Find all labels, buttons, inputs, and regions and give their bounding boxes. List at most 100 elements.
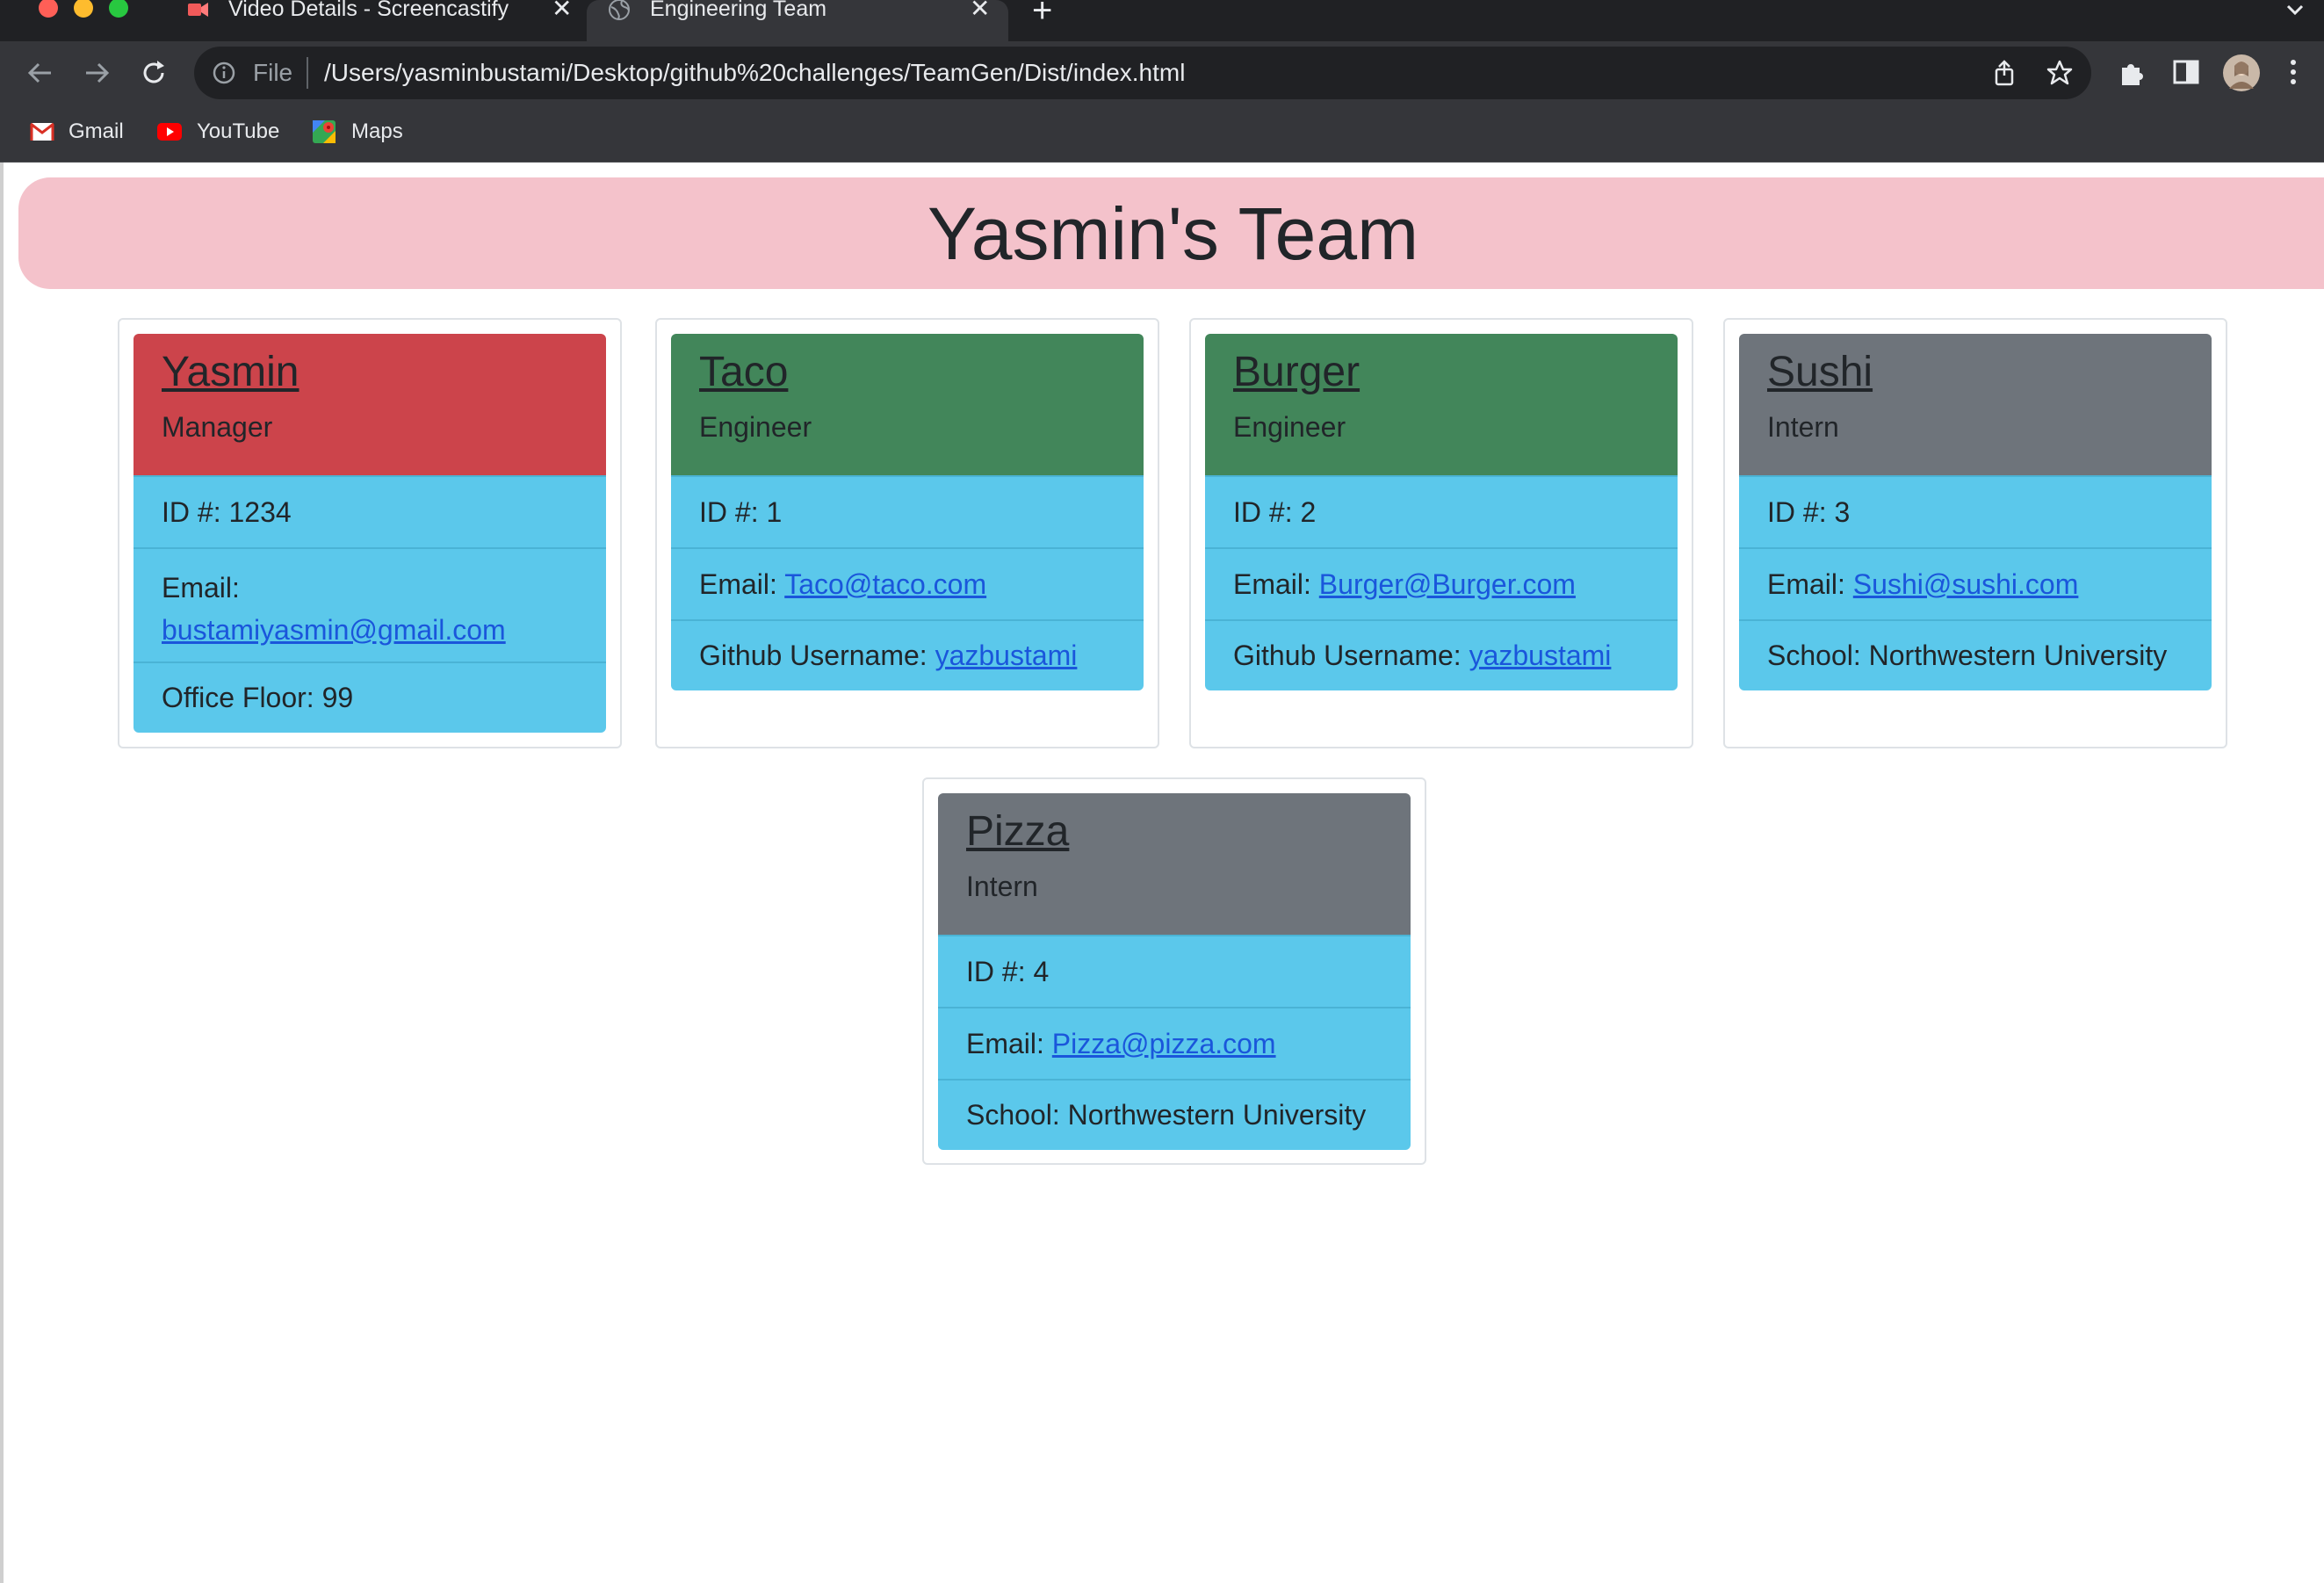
card-header: Yasmin Manager <box>134 334 606 475</box>
github-link[interactable]: yazbustami <box>1469 640 1612 671</box>
tab-title: Engineering Team <box>650 0 827 21</box>
school-row: School: Northwestern University <box>1739 619 2212 690</box>
gmail-icon <box>30 122 54 141</box>
minimize-window-button[interactable] <box>74 0 93 18</box>
bookmark-label: Gmail <box>69 119 124 143</box>
extensions-icon[interactable] <box>2117 57 2147 87</box>
office-floor-row: Office Floor: 99 <box>134 661 606 733</box>
github-link[interactable]: yazbustami <box>935 640 1078 671</box>
school-row: School: Northwestern University <box>938 1079 1411 1150</box>
youtube-icon <box>157 123 182 141</box>
email-row: Email: Sushi@sushi.com <box>1739 547 2212 619</box>
id-row: ID #: 1234 <box>134 475 606 547</box>
row-value: Northwestern University <box>1067 1099 1367 1131</box>
row-label: Github Username: <box>1233 640 1462 671</box>
row-label: Email: <box>162 572 240 604</box>
bookmark-label: Maps <box>351 119 403 143</box>
bookmarks-bar: Gmail YouTube Maps <box>0 105 2324 163</box>
row-value: Northwestern University <box>1868 640 2168 671</box>
employee-card: Pizza Intern ID #: 4 Email: Pizza@pizza.… <box>922 777 1426 1165</box>
row-label: Office Floor: <box>162 682 314 713</box>
email-row: Email: bustamiyasmin@gmail.com <box>134 547 606 661</box>
address-divider <box>307 57 308 89</box>
tab-title: Video Details - Screencastify <box>228 0 509 21</box>
card-header: Pizza Intern <box>938 793 1411 935</box>
share-icon[interactable] <box>1991 59 2017 87</box>
id-row: ID #: 1 <box>671 475 1144 547</box>
row-label: Email: <box>699 568 777 600</box>
tab-strip: Video Details - Screencastify ✕ Engineer… <box>0 0 2324 41</box>
close-window-button[interactable] <box>39 0 58 18</box>
info-icon[interactable] <box>212 61 236 85</box>
back-icon[interactable] <box>25 57 56 89</box>
bookmark-maps[interactable]: Maps <box>311 118 403 146</box>
address-bar[interactable]: File /Users/yasminbustami/Desktop/github… <box>194 47 2091 99</box>
card-body: Sushi Intern ID #: 3 Email: Sushi@sushi.… <box>1739 334 2212 690</box>
email-link[interactable]: Sushi@sushi.com <box>1853 568 2079 600</box>
github-row: Github Username: yazbustami <box>1205 619 1678 690</box>
github-row: Github Username: yazbustami <box>671 619 1144 690</box>
employee-role: Engineer <box>699 411 812 443</box>
page-viewport: Yasmin's Team Yasmin Manager ID #: 1234 … <box>0 163 2324 1583</box>
employee-role: Engineer <box>1233 411 1346 443</box>
row-value: 2 <box>1300 496 1317 528</box>
browser-toolbar: File /Users/yasminbustami/Desktop/github… <box>0 41 2324 105</box>
employee-role: Intern <box>966 871 1038 902</box>
row-label: ID #: <box>699 496 759 528</box>
row-value: 4 <box>1033 956 1050 987</box>
screencastify-icon <box>188 3 208 17</box>
zoom-window-button[interactable] <box>109 0 128 18</box>
row-label: ID #: <box>1233 496 1293 528</box>
email-link[interactable]: Burger@Burger.com <box>1319 568 1576 600</box>
avatar[interactable] <box>2222 54 2261 92</box>
email-row: Email: Pizza@pizza.com <box>938 1007 1411 1079</box>
employee-role: Intern <box>1767 411 1839 443</box>
bookmark-label: YouTube <box>197 119 280 143</box>
row-value: 3 <box>1834 496 1851 528</box>
employee-card: Sushi Intern ID #: 3 Email: Sushi@sushi.… <box>1723 318 2227 748</box>
close-tab-icon[interactable]: ✕ <box>970 0 990 21</box>
employee-card: Yasmin Manager ID #: 1234 Email: bustami… <box>118 318 622 748</box>
reload-icon[interactable] <box>138 57 170 89</box>
employee-card: Taco Engineer ID #: 1 Email: Taco@taco.c… <box>655 318 1159 748</box>
employee-name: Yasmin <box>162 349 300 395</box>
page-title: Yasmin's Team <box>927 192 1419 275</box>
team-header-banner: Yasmin's Team <box>18 177 2324 289</box>
row-value: 99 <box>321 682 354 713</box>
card-body: Yasmin Manager ID #: 1234 Email: bustami… <box>134 334 606 733</box>
card-body: Pizza Intern ID #: 4 Email: Pizza@pizza.… <box>938 793 1411 1150</box>
close-tab-icon[interactable]: ✕ <box>552 0 572 21</box>
card-header: Taco Engineer <box>671 334 1144 475</box>
side-panel-icon[interactable] <box>2171 57 2201 87</box>
tab-engineering-team[interactable]: Engineering Team ✕ <box>587 0 1008 41</box>
scheme-label: File <box>253 59 293 86</box>
row-label: Github Username: <box>699 640 927 671</box>
forward-icon[interactable] <box>81 57 112 89</box>
url-text[interactable]: /Users/yasminbustami/Desktop/github%20ch… <box>324 59 1185 87</box>
employee-name: Taco <box>699 349 789 395</box>
menu-kebab-icon[interactable] <box>2287 57 2299 87</box>
row-label: School: <box>966 1099 1060 1131</box>
bookmark-star-icon[interactable] <box>2046 59 2074 87</box>
card-body: Taco Engineer ID #: 1 Email: Taco@taco.c… <box>671 334 1144 690</box>
tab-screencastify[interactable]: Video Details - Screencastify ✕ <box>167 0 580 41</box>
email-row: Email: Burger@Burger.com <box>1205 547 1678 619</box>
id-row: ID #: 4 <box>938 935 1411 1007</box>
email-link[interactable]: Taco@taco.com <box>784 568 986 600</box>
card-body: Burger Engineer ID #: 2 Email: Burger@Bu… <box>1205 334 1678 690</box>
new-tab-icon[interactable]: + <box>1032 0 1052 28</box>
row-label: Email: <box>1233 568 1311 600</box>
bookmark-youtube[interactable]: YouTube <box>156 118 279 146</box>
email-link[interactable]: bustamiyasmin@gmail.com <box>162 614 506 646</box>
row-label: ID #: <box>162 496 221 528</box>
bookmark-gmail[interactable]: Gmail <box>30 118 124 146</box>
id-row: ID #: 2 <box>1205 475 1678 547</box>
employee-name: Burger <box>1233 349 1360 395</box>
row-value: 1234 <box>228 496 292 528</box>
row-label: Email: <box>1767 568 1845 600</box>
employee-name: Pizza <box>966 808 1070 855</box>
globe-icon <box>609 0 630 20</box>
chevron-down-icon[interactable] <box>2284 0 2306 21</box>
email-link[interactable]: Pizza@pizza.com <box>1052 1028 1276 1059</box>
email-row: Email: Taco@taco.com <box>671 547 1144 619</box>
